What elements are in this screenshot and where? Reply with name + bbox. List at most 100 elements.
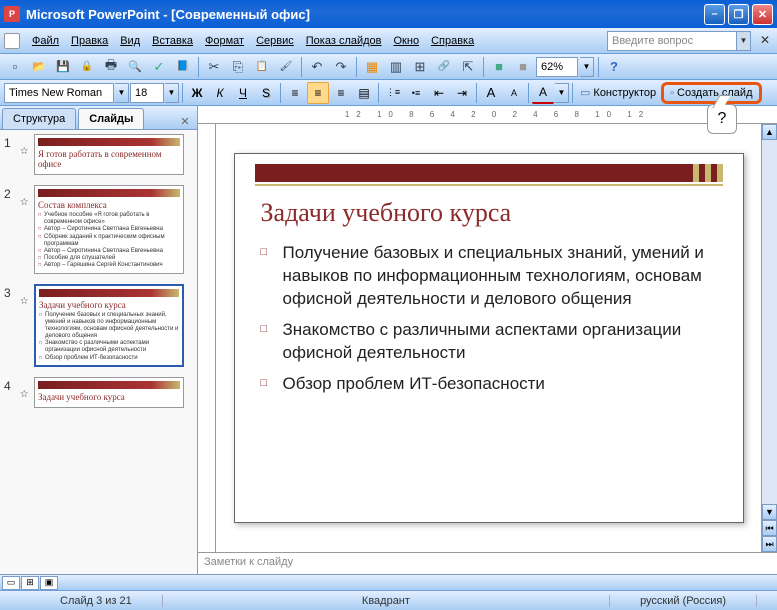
font-size-combo[interactable]: 18 — [130, 83, 164, 103]
undo-icon[interactable] — [306, 56, 328, 78]
decrease-indent-icon[interactable] — [428, 82, 450, 104]
slide-content[interactable]: Получение базовых и специальных знаний, … — [261, 242, 717, 396]
slideshow-color-icon[interactable] — [488, 56, 510, 78]
underline-button[interactable]: Ч — [232, 82, 254, 104]
slide-title[interactable]: Задачи учебного курса — [261, 198, 717, 228]
align-right-icon[interactable] — [330, 82, 352, 104]
font-combo[interactable]: Times New Roman — [4, 83, 114, 103]
tab-slides[interactable]: Слайды — [78, 108, 144, 129]
minimize-button[interactable]: – — [704, 4, 725, 25]
menu-window[interactable]: Окно — [388, 32, 426, 50]
italic-button[interactable]: К — [209, 82, 231, 104]
print-icon[interactable] — [100, 56, 122, 78]
help-icon[interactable] — [603, 56, 625, 78]
standard-toolbar: 62% ▼ — [0, 54, 777, 80]
menu-insert[interactable]: Вставка — [146, 32, 199, 50]
sorter-view-icon[interactable]: ⊞ — [21, 576, 39, 590]
menu-format[interactable]: Формат — [199, 32, 250, 50]
tables-borders-icon[interactable] — [409, 56, 431, 78]
redo-icon[interactable] — [330, 56, 352, 78]
zoom-combo[interactable]: 62% — [536, 57, 578, 77]
menu-edit[interactable]: Правка — [65, 32, 114, 50]
increase-indent-icon[interactable] — [451, 82, 473, 104]
bold-button[interactable]: Ж — [186, 82, 208, 104]
insert-table-icon[interactable] — [385, 56, 407, 78]
scroll-down-icon[interactable]: ▼ — [762, 504, 777, 520]
document-icon[interactable] — [4, 33, 20, 49]
spellcheck-icon[interactable] — [148, 56, 170, 78]
status-bar: Слайд 3 из 21 Квадрант русский (Россия) — [0, 590, 777, 610]
slide-bullet[interactable]: Знакомство с различными аспектами органи… — [261, 319, 717, 365]
prev-slide-icon[interactable]: ⏮ — [762, 520, 777, 536]
thumb-number: 3 — [4, 284, 16, 367]
copy-icon[interactable] — [227, 56, 249, 78]
thumbnail[interactable]: Задачи учебного курса — [34, 377, 184, 408]
new-icon[interactable] — [4, 56, 26, 78]
thumbnail-row[interactable]: 2✫Состав комплексаУчебное пособие «Я гот… — [4, 185, 193, 274]
vertical-scrollbar[interactable]: ▲ ▼ ⏮ ⏭ — [761, 124, 777, 552]
menu-file[interactable]: Файл — [26, 32, 65, 50]
align-left-icon[interactable] — [284, 82, 306, 104]
thumbnail-list[interactable]: 1✫Я готов работать в современном офисе 2✫… — [0, 130, 197, 574]
thumbnail[interactable]: Я готов работать в современном офисе — [34, 134, 184, 175]
slide-canvas[interactable]: Задачи учебного курса Получение базовых … — [216, 124, 761, 552]
cut-icon[interactable] — [203, 56, 225, 78]
increase-font-icon[interactable] — [480, 82, 502, 104]
font-color-dropdown[interactable]: ▼ — [555, 83, 569, 103]
slide-bullet[interactable]: Обзор проблем ИТ-безопасности — [261, 373, 717, 396]
slide-pane: 12 10 8 6 4 2 0 2 4 6 8 10 12 Задачи уче… — [198, 106, 777, 574]
bullet-list-icon[interactable] — [405, 82, 427, 104]
hyperlink-icon[interactable] — [433, 56, 455, 78]
normal-view-icon[interactable]: ▭ — [2, 576, 20, 590]
slideshow-view-icon[interactable]: ▣ — [40, 576, 58, 590]
animation-icon: ✫ — [20, 134, 30, 175]
thumbnail[interactable]: Задачи учебного курсаПолучение базовых и… — [34, 284, 184, 367]
new-slide-icon — [670, 87, 674, 99]
paste-icon[interactable] — [251, 56, 273, 78]
insert-chart-icon[interactable] — [361, 56, 383, 78]
save-icon[interactable] — [52, 56, 74, 78]
menu-bar: Файл Правка Вид Вставка Формат Сервис По… — [0, 28, 777, 54]
shadow-button[interactable]: S — [255, 82, 277, 104]
numbered-list-icon[interactable] — [382, 82, 404, 104]
research-icon[interactable] — [172, 56, 194, 78]
scroll-up-icon[interactable]: ▲ — [762, 124, 777, 140]
print-preview-icon[interactable] — [124, 56, 146, 78]
animation-icon: ✫ — [20, 185, 30, 274]
thumbnail-row[interactable]: 3✫Задачи учебного курсаПолучение базовых… — [4, 284, 193, 367]
slide[interactable]: Задачи учебного курса Получение базовых … — [234, 153, 744, 523]
thumb-number: 4 — [4, 377, 16, 408]
close-pane-icon[interactable]: ✕ — [177, 113, 193, 129]
menu-service[interactable]: Сервис — [250, 32, 300, 50]
maximize-button[interactable]: ❐ — [728, 4, 749, 25]
font-dropdown[interactable]: ▼ — [115, 83, 129, 103]
ask-question-input[interactable]: Введите вопрос — [607, 31, 737, 51]
permission-icon[interactable] — [76, 56, 98, 78]
align-center-icon[interactable] — [307, 82, 329, 104]
tab-structure[interactable]: Структура — [2, 108, 76, 129]
next-slide-icon[interactable]: ⏭ — [762, 536, 777, 552]
mdi-close-button[interactable]: ✕ — [757, 33, 773, 49]
designer-button[interactable]: Конструктор — [576, 82, 660, 104]
align-justify-icon[interactable] — [353, 82, 375, 104]
thumbnail-row[interactable]: 1✫Я готов работать в современном офисе — [4, 134, 193, 175]
menu-help[interactable]: Справка — [425, 32, 480, 50]
font-color-icon[interactable] — [532, 82, 554, 104]
zoom-dropdown[interactable]: ▼ — [580, 57, 594, 77]
menu-slideshow[interactable]: Показ слайдов — [300, 32, 388, 50]
slide-bullet[interactable]: Получение базовых и специальных знаний, … — [261, 242, 717, 311]
new-slide-button[interactable]: Создать слайд — [661, 82, 761, 104]
open-icon[interactable] — [28, 56, 50, 78]
decrease-font-icon[interactable] — [503, 82, 525, 104]
thumbnail-row[interactable]: 4✫Задачи учебного курса — [4, 377, 193, 408]
font-size-dropdown[interactable]: ▼ — [165, 83, 179, 103]
grayscale-icon[interactable] — [512, 56, 534, 78]
expand-icon[interactable] — [457, 56, 479, 78]
notes-pane[interactable]: Заметки к слайду — [198, 552, 777, 574]
format-painter-icon[interactable] — [275, 56, 297, 78]
formatting-toolbar: Times New Roman ▼ 18 ▼ Ж К Ч S ▼ Констру… — [0, 80, 777, 106]
thumbnail[interactable]: Состав комплексаУчебное пособие «Я готов… — [34, 185, 184, 274]
close-button[interactable]: ✕ — [752, 4, 773, 25]
ask-question-dropdown[interactable]: ▼ — [737, 31, 751, 51]
menu-view[interactable]: Вид — [114, 32, 146, 50]
